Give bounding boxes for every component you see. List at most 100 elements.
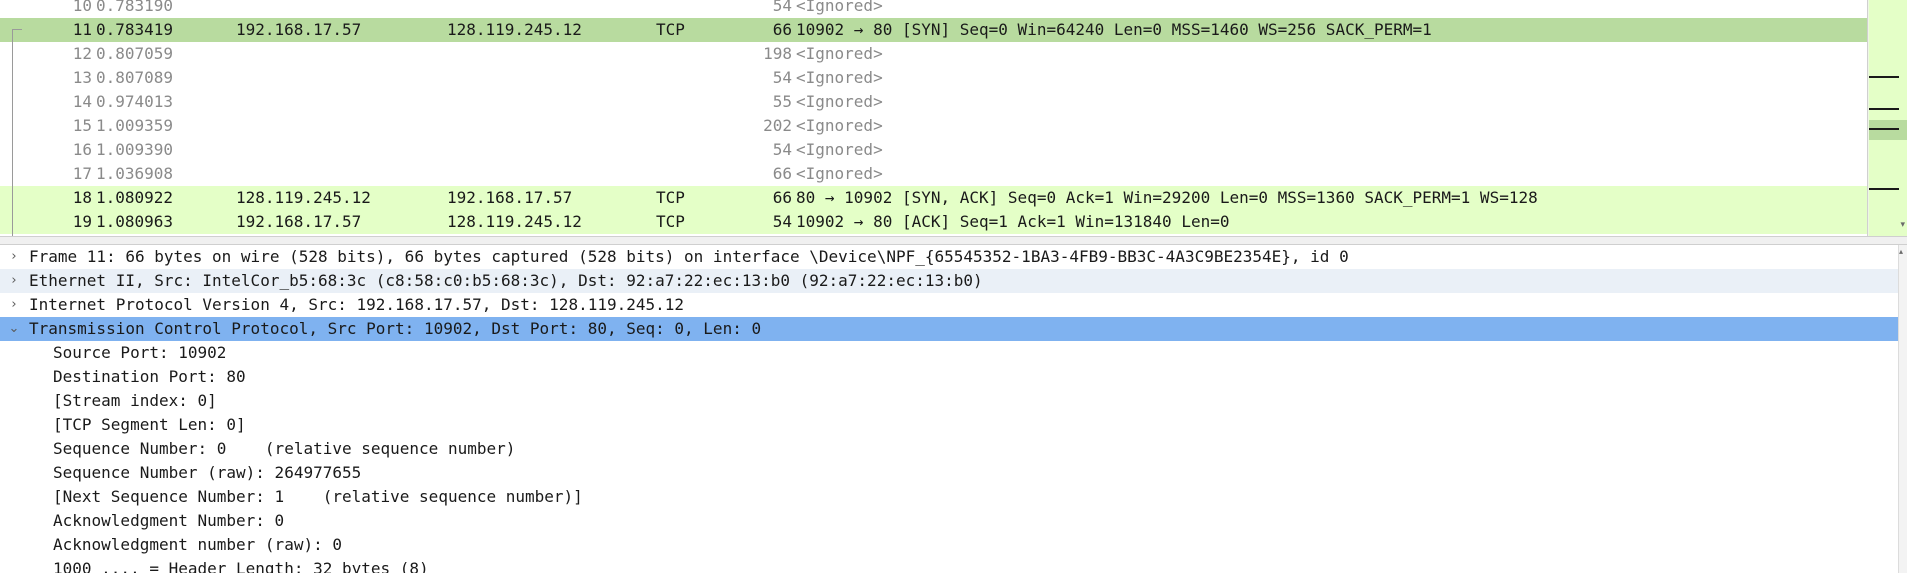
packet-list-minimap-scrollbar[interactable]: ▾ xyxy=(1867,0,1907,236)
packet-list-pane[interactable]: 10 0.783190 54 <Ignored> 11 0.783419 192.168.1… xyxy=(0,0,1907,236)
packet-length-cell: 54 xyxy=(772,140,792,159)
scroll-up-arrow-icon[interactable]: ▴ xyxy=(1899,247,1903,256)
packet-info-cell: <Ignored> xyxy=(796,0,883,15)
packet-number-cell: 15 xyxy=(72,116,92,135)
packet-length-cell: 66 xyxy=(772,164,792,183)
detail-text: Internet Protocol Version 4, Src: 192.16… xyxy=(29,295,685,314)
detail-text: Ethernet II, Src: IntelCor_b5:68:3c (c8:… xyxy=(29,271,983,290)
packet-length-cell: 54 xyxy=(772,212,792,231)
detail-stream-index[interactable]: [Stream index: 0] xyxy=(0,389,1898,413)
packet-number-cell: 11 xyxy=(72,20,92,39)
packet-list-rows: 10 0.783190 54 <Ignored> 11 0.783419 192.168.1… xyxy=(0,0,1867,234)
packet-row[interactable]: 11 0.783419 192.168.17.57 128.119.245.12 TCP… xyxy=(0,18,1867,42)
packet-time-cell: 1.080963 xyxy=(96,212,174,231)
packet-number-cell: 16 xyxy=(72,140,92,159)
packet-row[interactable]: 19 1.080963 192.168.17.57 128.119.245.12 TCP… xyxy=(0,210,1867,234)
expand-arrow-icon[interactable]: › xyxy=(7,293,21,317)
detail-source-port[interactable]: Source Port: 10902 xyxy=(0,341,1898,365)
packet-row[interactable]: 10 0.783190 54 <Ignored> xyxy=(0,0,1867,18)
packet-row[interactable]: 17 1.036908 66 <Ignored> xyxy=(0,162,1867,186)
packet-length-cell: 198 xyxy=(763,44,792,63)
minimap-band-selected xyxy=(1869,120,1907,140)
collapse-arrow-icon[interactable]: ⌄ xyxy=(7,317,21,341)
packet-time-cell: 1.009359 xyxy=(96,116,174,135)
minimap-tick xyxy=(1869,128,1899,130)
detail-text: 1000 .... = Header Length: 32 bytes (8) xyxy=(53,559,429,573)
detail-destination-port[interactable]: Destination Port: 80 xyxy=(0,365,1898,389)
detail-text: Source Port: 10902 xyxy=(53,343,227,362)
detail-ack-number[interactable]: Acknowledgment Number: 0 xyxy=(0,509,1898,533)
packet-info-cell: 10902 → 80 [ACK] Seq=1 Ack=1 Win=131840 … xyxy=(796,212,1230,231)
packet-info-cell: <Ignored> xyxy=(796,92,883,111)
detail-text: Acknowledgment number (raw): 0 xyxy=(53,535,342,554)
detail-segment-len[interactable]: [TCP Segment Len: 0] xyxy=(0,413,1898,437)
detail-ack-raw[interactable]: Acknowledgment number (raw): 0 xyxy=(0,533,1898,557)
packet-info-cell: <Ignored> xyxy=(796,44,883,63)
packet-details-rows: › Frame 11: 66 bytes on wire (528 bits), … xyxy=(0,245,1898,573)
detail-text: Acknowledgment Number: 0 xyxy=(53,511,285,530)
expand-arrow-icon[interactable]: › xyxy=(7,269,21,293)
packet-info-cell: 80 → 10902 [SYN, ACK] Seq=0 Ack=1 Win=29… xyxy=(796,188,1538,207)
packet-time-cell: 0.783190 xyxy=(96,0,174,15)
packet-info-cell: <Ignored> xyxy=(796,164,883,183)
packet-length-cell: 54 xyxy=(772,0,792,15)
packet-length-cell: 202 xyxy=(763,116,792,135)
packet-info-cell: <Ignored> xyxy=(796,140,883,159)
detail-tcp[interactable]: ⌄ Transmission Control Protocol, Src Port… xyxy=(0,317,1898,341)
scroll-down-arrow-icon[interactable]: ▾ xyxy=(1900,220,1905,230)
packet-details-scrollbar[interactable]: ▴ xyxy=(1898,245,1907,573)
minimap-tick xyxy=(1869,76,1899,78)
packet-destination-cell: 192.168.17.57 xyxy=(447,188,573,207)
packet-length-cell: 54 xyxy=(772,68,792,87)
related-packet-bracket xyxy=(12,29,22,236)
packet-destination-cell: 128.119.245.12 xyxy=(447,20,582,39)
detail-text: [Stream index: 0] xyxy=(53,391,217,410)
detail-seq-raw[interactable]: Sequence Number (raw): 264977655 xyxy=(0,461,1898,485)
packet-destination-cell: 128.119.245.12 xyxy=(447,212,582,231)
packet-info-cell: 10902 → 80 [SYN] Seq=0 Win=64240 Len=0 M… xyxy=(796,20,1432,39)
packet-length-cell: 55 xyxy=(772,92,792,111)
packet-protocol-cell: TCP xyxy=(656,212,685,231)
packet-row[interactable]: 12 0.807059 198 <Ignored> xyxy=(0,42,1867,66)
detail-ipv4[interactable]: › Internet Protocol Version 4, Src: 192.1… xyxy=(0,293,1898,317)
minimap-tick xyxy=(1869,188,1899,190)
packet-row[interactable]: 16 1.009390 54 <Ignored> xyxy=(0,138,1867,162)
minimap-tick xyxy=(1869,108,1899,110)
detail-text: Frame 11: 66 bytes on wire (528 bits), 6… xyxy=(29,247,1349,266)
packet-number-cell: 14 xyxy=(72,92,92,111)
detail-text: Transmission Control Protocol, Src Port:… xyxy=(29,319,762,338)
detail-text: Destination Port: 80 xyxy=(53,367,246,386)
packet-protocol-cell: TCP xyxy=(656,20,685,39)
packet-row[interactable]: 15 1.009359 202 <Ignored> xyxy=(0,114,1867,138)
pane-splitter[interactable] xyxy=(0,236,1907,245)
packet-source-cell: 192.168.17.57 xyxy=(236,20,362,39)
packet-row[interactable]: 14 0.974013 55 <Ignored> xyxy=(0,90,1867,114)
packet-time-cell: 0.783419 xyxy=(96,20,174,39)
detail-header-length[interactable]: 1000 .... = Header Length: 32 bytes (8) xyxy=(0,557,1898,573)
packet-details-pane[interactable]: › Frame 11: 66 bytes on wire (528 bits), … xyxy=(0,245,1907,573)
detail-text: Sequence Number (raw): 264977655 xyxy=(53,463,362,482)
packet-number-cell: 10 xyxy=(72,0,92,15)
detail-next-seq[interactable]: [Next Sequence Number: 1 (relative seque… xyxy=(0,485,1898,509)
packet-number-cell: 12 xyxy=(72,44,92,63)
packet-protocol-cell: TCP xyxy=(656,188,685,207)
packet-length-cell: 66 xyxy=(772,188,792,207)
detail-seq-number[interactable]: Sequence Number: 0 (relative sequence nu… xyxy=(0,437,1898,461)
detail-text: Sequence Number: 0 (relative sequence nu… xyxy=(53,439,516,458)
minimap-band xyxy=(1869,0,1907,236)
packet-row[interactable]: 18 1.080922 128.119.245.12 192.168.17.57 TCP… xyxy=(0,186,1867,210)
detail-frame[interactable]: › Frame 11: 66 bytes on wire (528 bits), … xyxy=(0,245,1898,269)
packet-number-cell: 19 xyxy=(72,212,92,231)
packet-time-cell: 0.974013 xyxy=(96,92,174,111)
packet-number-cell: 13 xyxy=(72,68,92,87)
detail-text: [Next Sequence Number: 1 (relative seque… xyxy=(53,487,583,506)
detail-ethernet[interactable]: › Ethernet II, Src: IntelCor_b5:68:3c (c8… xyxy=(0,269,1898,293)
packet-number-cell: 17 xyxy=(72,164,92,183)
packet-time-cell: 1.036908 xyxy=(96,164,174,183)
packet-time-cell: 1.009390 xyxy=(96,140,174,159)
packet-time-cell: 0.807059 xyxy=(96,44,174,63)
packet-row[interactable]: 13 0.807089 54 <Ignored> xyxy=(0,66,1867,90)
packet-length-cell: 66 xyxy=(772,20,792,39)
detail-text: [TCP Segment Len: 0] xyxy=(53,415,246,434)
expand-arrow-icon[interactable]: › xyxy=(7,245,21,269)
